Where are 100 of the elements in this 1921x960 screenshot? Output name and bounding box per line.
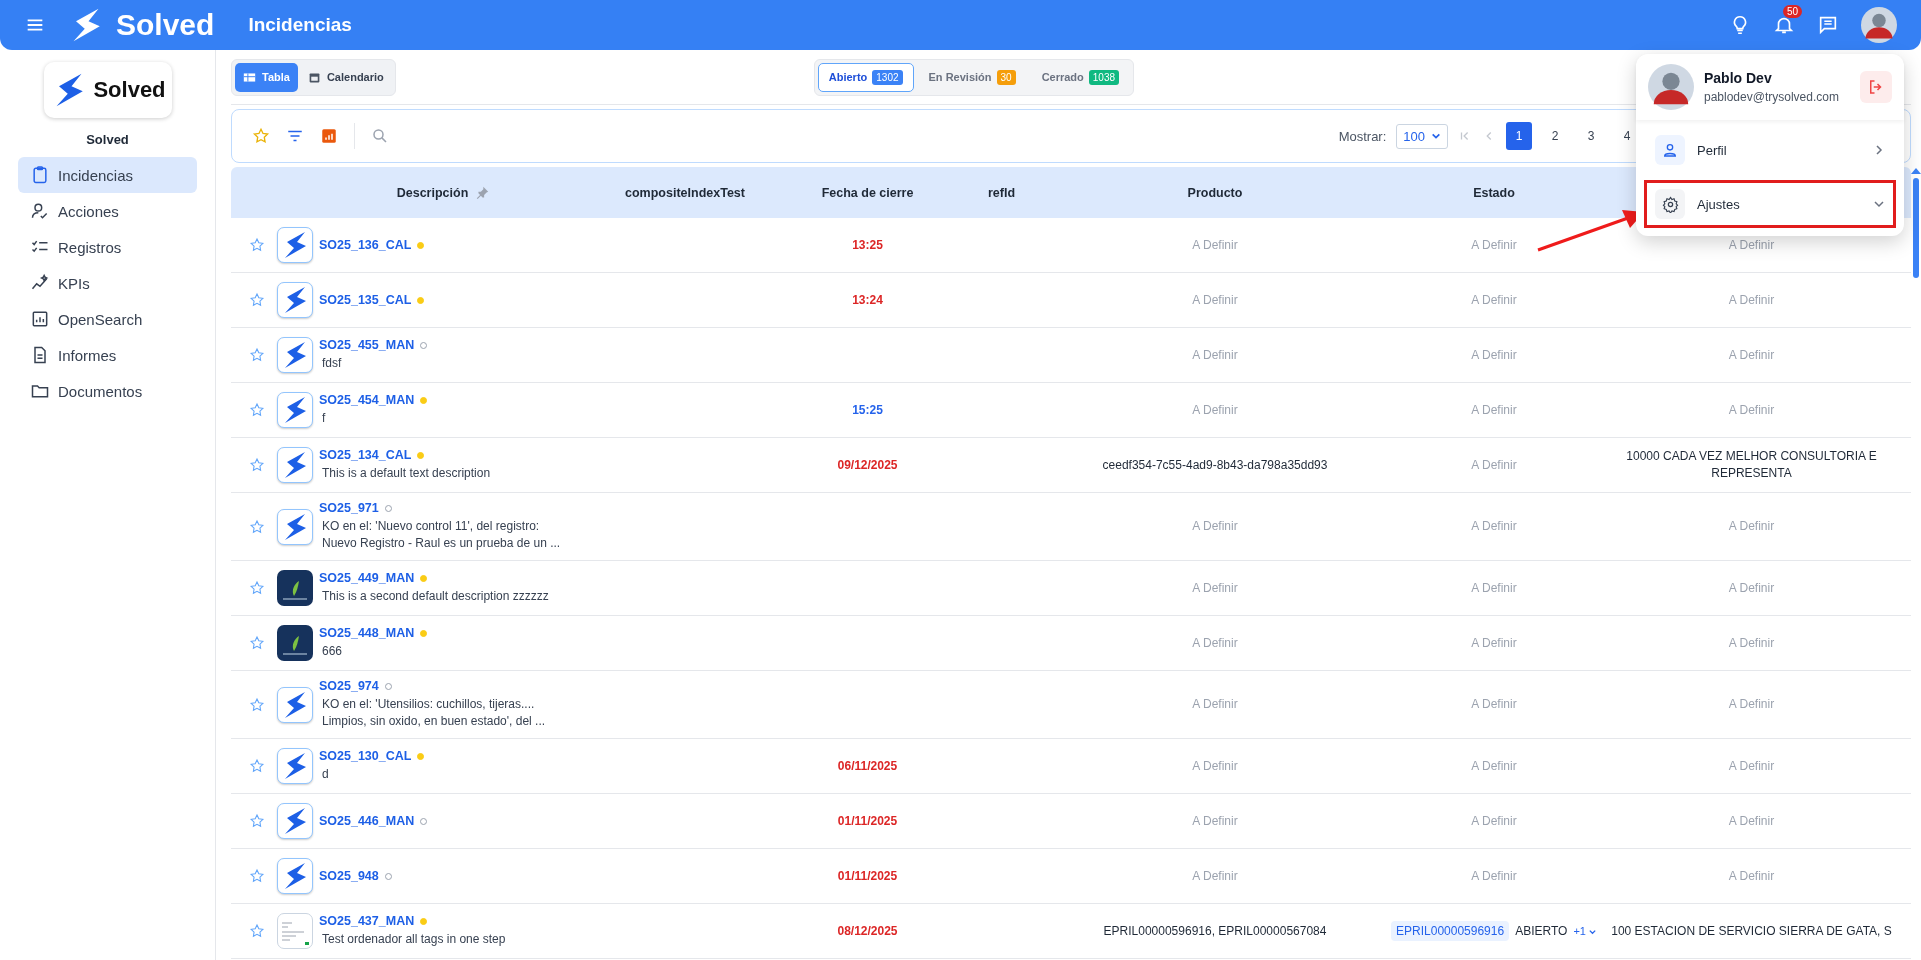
search-icon[interactable] bbox=[371, 127, 389, 145]
sidebar-item[interactable]: Documentos bbox=[18, 373, 197, 409]
page-size-label: Mostrar: bbox=[1338, 128, 1387, 144]
table-cell: A Definir bbox=[1471, 401, 1517, 419]
incident-code-link[interactable]: SO25_448_MAN bbox=[319, 626, 415, 640]
menu-item[interactable]: Ajustes bbox=[1644, 180, 1896, 228]
incident-code-link[interactable]: SO25_948 bbox=[319, 869, 379, 883]
star-icon[interactable] bbox=[249, 457, 265, 473]
reference-tag: EPRIL00000596916 bbox=[1391, 921, 1510, 941]
incident-code-link[interactable]: SO25_454_MAN bbox=[319, 393, 415, 407]
table-cell: A Definir bbox=[1192, 346, 1238, 364]
avatar-icon[interactable] bbox=[1861, 7, 1897, 43]
status-tab[interactable]: Cerrado 1038 bbox=[1030, 62, 1131, 92]
sidebar-item[interactable]: Registros bbox=[18, 229, 197, 265]
column-header[interactable]: Producto bbox=[1187, 185, 1243, 200]
star-icon[interactable] bbox=[249, 518, 265, 535]
column-header[interactable]: Descripción bbox=[396, 185, 469, 200]
organization-name: Solved bbox=[86, 132, 129, 147]
clipboard-icon bbox=[30, 165, 50, 185]
user-email: pablodev@trysolved.com bbox=[1704, 90, 1839, 104]
incident-code-link[interactable]: SO25_437_MAN bbox=[319, 914, 415, 928]
column-header[interactable]: compositeIndexTest bbox=[625, 185, 745, 200]
more-link[interactable]: +1 bbox=[1573, 925, 1586, 937]
count-badge: 30 bbox=[996, 69, 1016, 85]
sidebar-item[interactable]: Informes bbox=[18, 337, 197, 373]
brand-name: Solved bbox=[116, 8, 215, 42]
status-tab[interactable]: En Revisión 30 bbox=[917, 62, 1027, 92]
table-cell: A Definir bbox=[1471, 291, 1517, 309]
incident-code-link[interactable]: SO25_134_CAL bbox=[319, 448, 412, 462]
menu-item[interactable]: Perfil bbox=[1644, 126, 1896, 174]
user-name: Pablo Dev bbox=[1704, 70, 1773, 86]
bar-chart-icon[interactable] bbox=[320, 127, 338, 145]
pin-icon[interactable] bbox=[476, 186, 490, 199]
page-button[interactable]: 1 bbox=[1506, 122, 1532, 150]
description-text: f bbox=[321, 410, 327, 427]
page-size-select[interactable]: 100 bbox=[1396, 123, 1448, 149]
incident-code-link[interactable]: SO25_455_MAN bbox=[319, 338, 415, 352]
logo-text: Solved bbox=[93, 77, 166, 103]
table-cell: A Definir bbox=[1728, 579, 1775, 597]
star-icon[interactable] bbox=[249, 758, 265, 774]
count-badge: 1038 bbox=[1088, 69, 1120, 85]
incident-code-link[interactable]: SO25_449_MAN bbox=[319, 571, 415, 585]
chevron-down-icon bbox=[1431, 131, 1441, 141]
page-button[interactable]: 4 bbox=[1614, 122, 1640, 150]
star-icon[interactable] bbox=[249, 923, 265, 939]
description-text: KO en el: 'Nuevo control 11', del registro: Nuevo Registro - Raul es un prueba de un ... bbox=[321, 518, 562, 552]
table-cell: ceedf354-7c55-4ad9-8b43-da798a35dd93 bbox=[1102, 456, 1328, 474]
incident-code-link[interactable]: SO25_971 bbox=[319, 501, 379, 515]
column-header[interactable]: Fecha de cierre bbox=[821, 185, 914, 200]
incident-code-link[interactable]: SO25_135_CAL bbox=[319, 293, 412, 307]
description-text: Test ordenador all tags in one step bbox=[321, 931, 506, 948]
star-icon[interactable] bbox=[252, 127, 270, 145]
star-icon[interactable] bbox=[249, 347, 265, 363]
star-icon[interactable] bbox=[249, 402, 265, 418]
view-tab[interactable]: Calendario bbox=[299, 62, 392, 92]
star-icon[interactable] bbox=[249, 237, 265, 253]
column-header[interactable]: Estado bbox=[1473, 185, 1515, 200]
close-date: 01/11/2025 bbox=[837, 869, 898, 883]
description-text: This is a default text description bbox=[321, 465, 491, 482]
table-cell: A Definir bbox=[1471, 867, 1517, 885]
incident-code-link[interactable]: SO25_446_MAN bbox=[319, 814, 415, 828]
table-cell: A Definir bbox=[1728, 518, 1775, 535]
view-tab[interactable]: Tabla bbox=[235, 62, 298, 92]
table-cell: EPRIL00000596916, EPRIL00000567084 bbox=[1103, 922, 1327, 940]
sidebar-item[interactable]: Incidencias bbox=[18, 157, 197, 193]
star-icon[interactable] bbox=[249, 868, 265, 884]
star-icon[interactable] bbox=[249, 292, 265, 308]
calendar-icon bbox=[307, 70, 321, 84]
column-header[interactable]: refId bbox=[987, 185, 1016, 200]
incident-code-link[interactable]: SO25_130_CAL bbox=[319, 749, 412, 763]
page-button[interactable]: 2 bbox=[1542, 122, 1568, 150]
incident-code-link[interactable]: SO25_974 bbox=[319, 679, 379, 693]
table-cell: A Definir bbox=[1192, 401, 1238, 419]
settings-icon bbox=[1661, 195, 1679, 213]
description-text: This is a second default description zzzzzz bbox=[321, 588, 549, 605]
description-text: KO en el: 'Utensilios: cuchillos, tijeras.... Limpios, sin oxido, en buen estado', del ... bbox=[321, 696, 547, 730]
person-icon bbox=[1662, 142, 1678, 158]
bar-chart-icon bbox=[30, 309, 50, 329]
table-cell: A Definir bbox=[1192, 867, 1238, 885]
person-check-icon bbox=[30, 201, 50, 221]
sidebar-item[interactable]: KPIs bbox=[18, 265, 197, 301]
incident-code-link[interactable]: SO25_136_CAL bbox=[319, 238, 412, 252]
table-cell: A Definir bbox=[1192, 696, 1238, 713]
chat-icon[interactable] bbox=[1817, 14, 1839, 36]
sidebar-item[interactable]: OpenSearch bbox=[18, 301, 197, 337]
star-icon[interactable] bbox=[249, 696, 265, 713]
table-cell: A Definir bbox=[1728, 867, 1775, 885]
table-cell: A Definir bbox=[1471, 696, 1517, 713]
star-icon[interactable] bbox=[249, 580, 265, 596]
avatar-icon bbox=[1648, 64, 1694, 110]
star-icon[interactable] bbox=[249, 635, 265, 651]
sidebar-item[interactable]: Acciones bbox=[18, 193, 197, 229]
table-cell: A Definir bbox=[1471, 518, 1517, 535]
table-cell: A Definir bbox=[1471, 456, 1517, 474]
table-cell-text: 10000 CADA VEZ MELHOR CONSULTORIA E REPRESENTA bbox=[1625, 448, 1878, 482]
status-tab[interactable]: Abierto 1302 bbox=[817, 62, 914, 92]
table-cell: A Definir bbox=[1192, 757, 1238, 775]
logout-button[interactable] bbox=[1860, 71, 1892, 103]
page-button[interactable]: 3 bbox=[1578, 122, 1604, 150]
star-icon[interactable] bbox=[249, 813, 265, 829]
